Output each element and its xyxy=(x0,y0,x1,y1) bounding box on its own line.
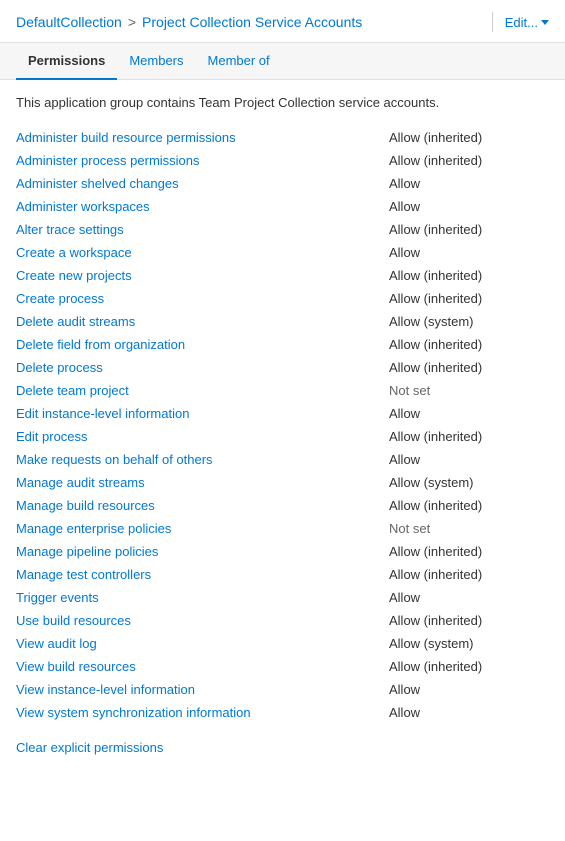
tabs-bar: PermissionsMembersMember of xyxy=(0,43,565,80)
permission-name[interactable]: View audit log xyxy=(16,636,389,651)
table-row: Create new projectsAllow (inherited) xyxy=(16,264,549,287)
permission-name[interactable]: View instance-level information xyxy=(16,682,389,697)
permission-value: Allow xyxy=(389,245,549,260)
table-row: View build resourcesAllow (inherited) xyxy=(16,655,549,678)
permission-name[interactable]: Create new projects xyxy=(16,268,389,283)
permission-name[interactable]: Manage pipeline policies xyxy=(16,544,389,559)
permission-value: Allow (system) xyxy=(389,475,549,490)
table-row: Edit instance-level informationAllow xyxy=(16,402,549,425)
permission-name[interactable]: Manage audit streams xyxy=(16,475,389,490)
permission-value: Allow xyxy=(389,176,549,191)
permission-value: Allow (inherited) xyxy=(389,222,549,237)
permission-value: Allow (inherited) xyxy=(389,659,549,674)
edit-button[interactable]: Edit... xyxy=(505,15,549,30)
table-row: Edit processAllow (inherited) xyxy=(16,425,549,448)
table-row: Delete field from organizationAllow (inh… xyxy=(16,333,549,356)
header: DefaultCollection > Project Collection S… xyxy=(0,0,565,43)
table-row: Use build resourcesAllow (inherited) xyxy=(16,609,549,632)
table-row: Delete audit streamsAllow (system) xyxy=(16,310,549,333)
table-row: Administer build resource permissionsAll… xyxy=(16,126,549,149)
table-row: Alter trace settingsAllow (inherited) xyxy=(16,218,549,241)
content-area: This application group contains Team Pro… xyxy=(0,80,565,769)
table-row: Make requests on behalf of othersAllow xyxy=(16,448,549,471)
permission-name[interactable]: Edit process xyxy=(16,429,389,444)
table-row: View instance-level informationAllow xyxy=(16,678,549,701)
permission-value: Allow (system) xyxy=(389,314,549,329)
table-row: Manage test controllersAllow (inherited) xyxy=(16,563,549,586)
permission-name[interactable]: Create a workspace xyxy=(16,245,389,260)
permission-value: Not set xyxy=(389,521,549,536)
table-row: Manage build resourcesAllow (inherited) xyxy=(16,494,549,517)
permission-name[interactable]: Edit instance-level information xyxy=(16,406,389,421)
tab-members[interactable]: Members xyxy=(117,43,195,80)
permission-name[interactable]: Administer build resource permissions xyxy=(16,130,389,145)
permission-value: Allow (inherited) xyxy=(389,153,549,168)
permission-value: Allow (system) xyxy=(389,636,549,651)
permission-name[interactable]: Manage test controllers xyxy=(16,567,389,582)
permission-name[interactable]: Delete field from organization xyxy=(16,337,389,352)
permission-name[interactable]: Delete audit streams xyxy=(16,314,389,329)
header-divider xyxy=(492,12,493,32)
table-row: Administer process permissionsAllow (inh… xyxy=(16,149,549,172)
permission-value: Allow (inherited) xyxy=(389,360,549,375)
permission-name[interactable]: Use build resources xyxy=(16,613,389,628)
permission-value: Allow (inherited) xyxy=(389,613,549,628)
table-row: Manage audit streamsAllow (system) xyxy=(16,471,549,494)
permission-value: Allow (inherited) xyxy=(389,498,549,513)
breadcrumb-current: Project Collection Service Accounts xyxy=(142,14,362,30)
table-row: Administer shelved changesAllow xyxy=(16,172,549,195)
clear-explicit-permissions-link[interactable]: Clear explicit permissions xyxy=(16,740,163,755)
permission-value: Allow xyxy=(389,590,549,605)
permission-name[interactable]: Administer process permissions xyxy=(16,153,389,168)
permission-name[interactable]: Manage build resources xyxy=(16,498,389,513)
permissions-table: Administer build resource permissionsAll… xyxy=(16,126,549,724)
table-row: Delete processAllow (inherited) xyxy=(16,356,549,379)
edit-label: Edit... xyxy=(505,15,538,30)
permission-value: Allow xyxy=(389,406,549,421)
permission-name[interactable]: Trigger events xyxy=(16,590,389,605)
group-description: This application group contains Team Pro… xyxy=(16,94,549,112)
permission-value: Allow (inherited) xyxy=(389,337,549,352)
permission-name[interactable]: Create process xyxy=(16,291,389,306)
breadcrumb-separator: > xyxy=(128,14,136,30)
tab-permissions[interactable]: Permissions xyxy=(16,43,117,80)
permission-name[interactable]: Make requests on behalf of others xyxy=(16,452,389,467)
table-row: Delete team projectNot set xyxy=(16,379,549,402)
permission-name[interactable]: Administer shelved changes xyxy=(16,176,389,191)
table-row: Manage pipeline policiesAllow (inherited… xyxy=(16,540,549,563)
breadcrumb-link[interactable]: DefaultCollection xyxy=(16,14,122,30)
permission-name[interactable]: Delete process xyxy=(16,360,389,375)
permission-name[interactable]: View system synchronization information xyxy=(16,705,389,720)
permission-value: Allow xyxy=(389,705,549,720)
table-row: Administer workspacesAllow xyxy=(16,195,549,218)
tab-member-of[interactable]: Member of xyxy=(196,43,282,80)
permission-value: Allow (inherited) xyxy=(389,567,549,582)
chevron-down-icon xyxy=(541,20,549,25)
permission-value: Allow (inherited) xyxy=(389,544,549,559)
table-row: View audit logAllow (system) xyxy=(16,632,549,655)
permission-value: Allow xyxy=(389,682,549,697)
table-row: Manage enterprise policiesNot set xyxy=(16,517,549,540)
permission-value: Allow xyxy=(389,199,549,214)
permission-name[interactable]: Manage enterprise policies xyxy=(16,521,389,536)
permission-value: Allow xyxy=(389,452,549,467)
permission-value: Allow (inherited) xyxy=(389,268,549,283)
permission-name[interactable]: Delete team project xyxy=(16,383,389,398)
permission-value: Not set xyxy=(389,383,549,398)
permission-value: Allow (inherited) xyxy=(389,130,549,145)
table-row: View system synchronization informationA… xyxy=(16,701,549,724)
permission-name[interactable]: View build resources xyxy=(16,659,389,674)
permission-value: Allow (inherited) xyxy=(389,291,549,306)
table-row: Create a workspaceAllow xyxy=(16,241,549,264)
breadcrumb: DefaultCollection > Project Collection S… xyxy=(16,14,480,30)
table-row: Create processAllow (inherited) xyxy=(16,287,549,310)
permission-value: Allow (inherited) xyxy=(389,429,549,444)
permission-name[interactable]: Administer workspaces xyxy=(16,199,389,214)
table-row: Trigger eventsAllow xyxy=(16,586,549,609)
permission-name[interactable]: Alter trace settings xyxy=(16,222,389,237)
